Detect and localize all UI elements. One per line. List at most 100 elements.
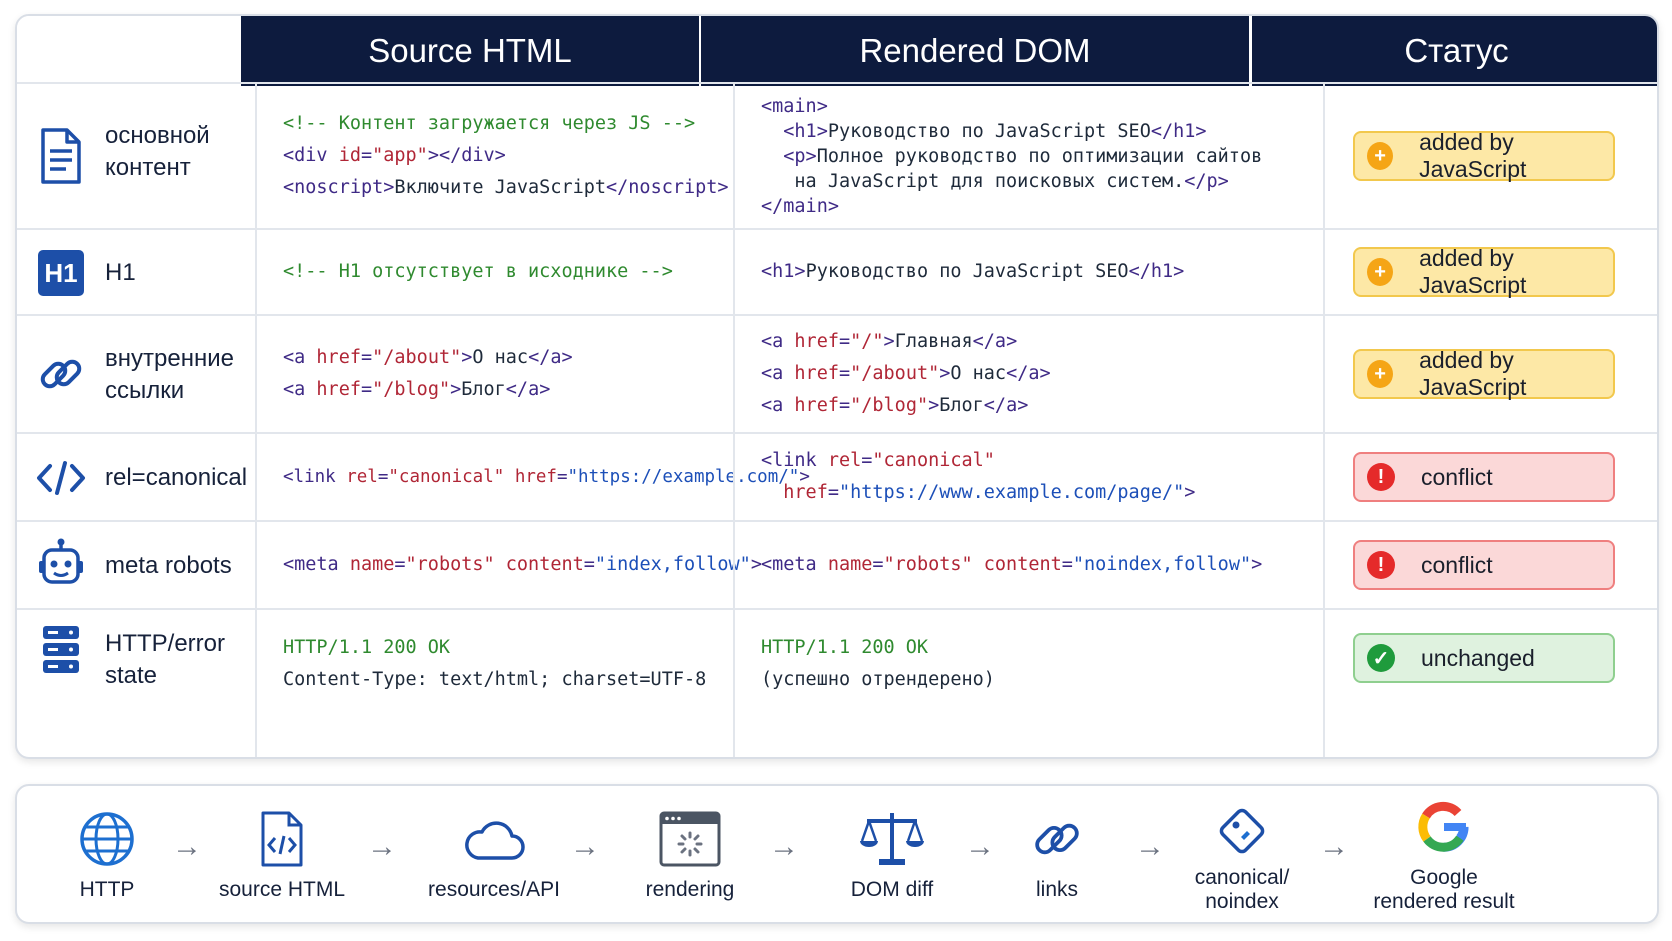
row-label: внутренние ссылки xyxy=(17,316,255,432)
code-string: "/about" xyxy=(372,347,462,368)
code-tag: = xyxy=(838,363,851,384)
code-string: "/blog" xyxy=(372,379,451,400)
status-text: unchanged xyxy=(1421,644,1535,671)
flow-step-canonical-noindex: canonical/ noindex xyxy=(1177,786,1307,926)
arrow-right-icon: → xyxy=(1135,830,1165,863)
code-tag: <a xyxy=(761,331,795,352)
code-tag: </a> xyxy=(1006,363,1051,384)
code-status-line: HTTP/1.1 200 OK xyxy=(761,637,929,658)
code-tag: <a xyxy=(761,395,795,416)
code-text: О нас xyxy=(950,363,1007,384)
code-tag: </a> xyxy=(505,379,551,400)
code-note: (успешно отрендерено) xyxy=(761,669,995,690)
code-text: Руководство по JavaScript SEO xyxy=(827,120,1151,142)
status-badge: + added by JavaScript xyxy=(1353,245,1615,298)
table-row-meta-robots: meta robots <meta name="robots" content=… xyxy=(17,520,1657,608)
row-label: H1 H1 xyxy=(17,230,255,314)
code-string: "/" xyxy=(850,331,884,352)
flow-step-source-html: source HTML xyxy=(207,786,357,926)
code-string: "canonical" xyxy=(872,450,995,471)
source-html-cell: <link rel="canonical" href="https://exam… xyxy=(255,434,810,520)
source-html-cell: <!-- H1 отсутствует в исходнике --> xyxy=(255,230,733,314)
code-attr: href xyxy=(794,395,839,416)
flow-step-label: DOM diff xyxy=(850,878,934,901)
code-tag: = xyxy=(556,467,568,487)
code-tag: > xyxy=(1251,554,1263,575)
rendered-dom-cell: <a href="/">Главная</a> <a href="/about"… xyxy=(733,316,1323,432)
row-label-line2: контент xyxy=(105,154,191,181)
comparison-table: Source HTML Rendered DOM Статус основной… xyxy=(15,14,1659,759)
code-attr: rel xyxy=(346,467,378,487)
exclamation-icon: ! xyxy=(1367,551,1395,579)
status-cell: ✓ unchanged xyxy=(1323,610,1657,757)
globe-icon xyxy=(72,804,142,874)
source-html-cell: <!-- Контент загружается через JS --> <d… xyxy=(255,84,733,228)
code-tag: </h1> xyxy=(1150,120,1207,142)
code-icon xyxy=(35,448,87,508)
code-tag: <main> xyxy=(761,95,828,117)
flow-step-label-line1: Google xyxy=(1410,866,1478,889)
row-label: meta robots xyxy=(17,522,255,608)
exclamation-icon: ! xyxy=(1367,463,1395,491)
table-row-internal-links: внутренние ссылки <a href="/about">О нас… xyxy=(17,314,1657,432)
code-tag: <meta xyxy=(761,554,828,575)
status-badge: + added by JavaScript xyxy=(1353,347,1615,400)
code-string: "noindex,follow" xyxy=(1072,554,1252,575)
h1-icon-text: H1 xyxy=(38,250,84,296)
code-attr: href xyxy=(504,467,557,487)
arrow-right-icon: → xyxy=(570,830,600,863)
code-tag: = xyxy=(838,395,851,416)
code-string: "robots" xyxy=(883,554,973,575)
cloud-icon xyxy=(459,804,529,874)
code-attr: href xyxy=(761,482,828,503)
code-tag: = xyxy=(360,145,373,166)
arrow-right-icon: → xyxy=(172,830,202,863)
code-status-line: HTTP/1.1 200 OK xyxy=(283,637,451,658)
status-text: conflict xyxy=(1421,463,1493,490)
flow-step-label: HTTP xyxy=(79,878,135,901)
code-string: "app" xyxy=(372,145,428,166)
flow-step-rendering: rendering xyxy=(615,786,765,926)
row-label-line1: основной xyxy=(105,122,210,149)
row-label-line1: HTTP/error xyxy=(105,630,225,657)
flow-step-google-result: Google rendered result xyxy=(1359,786,1529,926)
code-tag: </a> xyxy=(972,331,1018,352)
row-label-text: rel=canonical xyxy=(105,464,248,491)
flow-step-http: HTTP xyxy=(47,786,167,926)
rendered-dom-cell: <h1>Руководство по JavaScript SEO</h1> xyxy=(733,230,1323,314)
browser-loading-icon xyxy=(655,804,725,874)
code-text: Блог xyxy=(939,395,984,416)
header-source-html: Source HTML xyxy=(241,16,699,86)
rendered-dom-cell: <meta name="robots" content="noindex,fol… xyxy=(733,522,1323,608)
code-tag: = xyxy=(872,554,884,575)
code-text: Полное руководство по оптимизации сайтов xyxy=(816,145,1263,167)
code-attr: href xyxy=(794,363,839,384)
arrow-right-icon: → xyxy=(1319,830,1349,863)
table-row-http-state: HTTP/error state HTTP/1.1 200 OK Content… xyxy=(17,608,1657,757)
status-badge: ! conflict xyxy=(1353,452,1615,502)
code-tag: = xyxy=(1061,554,1073,575)
code-header-line: Content-Type: text/html; charset=UTF-8 xyxy=(283,669,707,690)
code-text: Включите JavaScript xyxy=(394,177,607,198)
code-string: "robots" xyxy=(405,554,495,575)
code-tag: > xyxy=(461,347,473,368)
flow-step-label: links xyxy=(1035,878,1078,901)
code-tag: <noscript> xyxy=(283,177,395,198)
flow-step-label: resources/API xyxy=(428,878,560,901)
status-text: added by JavaScript xyxy=(1419,129,1527,182)
code-tag: = xyxy=(861,450,873,471)
code-tag: <h1> xyxy=(761,261,806,282)
row-label-line2: state xyxy=(105,662,158,689)
plus-icon: + xyxy=(1367,360,1394,388)
code-tag: <meta xyxy=(283,554,350,575)
flow-step-label: source HTML xyxy=(218,878,346,901)
flow-step-label-line2: noindex xyxy=(1205,890,1279,913)
table-row-h1: H1 H1 <!-- H1 отсутствует в исходнике --… xyxy=(17,228,1657,314)
code-tag: = xyxy=(360,379,373,400)
code-tag: > xyxy=(928,395,940,416)
code-tag: = xyxy=(827,482,839,503)
code-tag: <a xyxy=(283,379,317,400)
flow-step-dom-diff: DOM diff xyxy=(817,786,967,926)
code-attr: href xyxy=(794,331,839,352)
flow-step-label: rendering xyxy=(645,878,735,901)
